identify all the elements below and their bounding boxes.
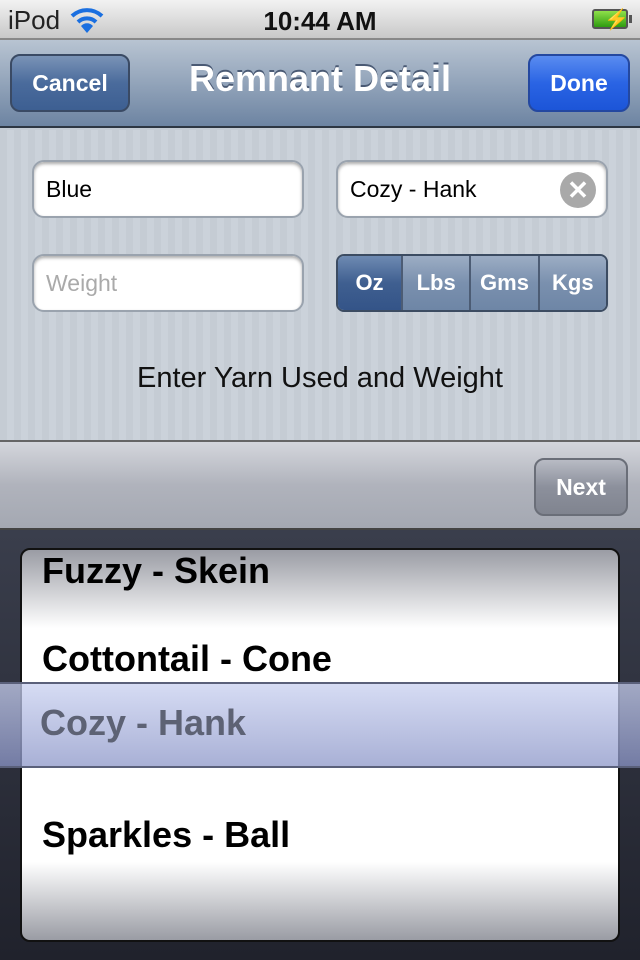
battery-charging-icon: ⚡ xyxy=(592,9,632,31)
remnant-form: Blue Cozy - Hank ✕ Weight Oz Lbs Gms Kgs … xyxy=(0,130,640,440)
yarn-value: Cozy - Hank xyxy=(350,175,477,202)
picker-item[interactable]: Sparkles - Ball xyxy=(42,814,290,856)
clock: 10:44 AM xyxy=(263,6,377,36)
done-button[interactable]: Done xyxy=(528,54,630,112)
next-button[interactable]: Next xyxy=(534,458,628,516)
segment-kgs[interactable]: Kgs xyxy=(537,256,606,310)
yarn-field[interactable]: Cozy - Hank ✕ xyxy=(336,160,608,218)
segment-oz[interactable]: Oz xyxy=(338,256,402,310)
weight-field[interactable]: Weight xyxy=(32,254,304,312)
segment-gms[interactable]: Gms xyxy=(469,256,538,310)
picker-item[interactable]: Cottontail - Cone xyxy=(42,638,332,680)
input-toolbar: Next xyxy=(0,440,640,530)
picker-selection-bar[interactable]: Cozy - Hank xyxy=(0,682,640,768)
picker-selected-item: Cozy - Hank xyxy=(40,702,247,743)
status-bar: iPod 10:44 AM ⚡ xyxy=(0,0,640,40)
clear-icon[interactable]: ✕ xyxy=(560,172,596,208)
hint-text: Enter Yarn Used and Weight xyxy=(137,362,503,394)
color-field[interactable]: Blue xyxy=(32,160,304,218)
yarn-picker[interactable]: Fuzzy - Skein Cottontail - Cone Sparkles… xyxy=(0,530,640,960)
color-value: Blue xyxy=(46,175,93,202)
navigation-bar: Cancel Remnant Detail Done xyxy=(0,40,640,128)
picker-item[interactable]: Fuzzy - Skein xyxy=(42,550,270,592)
unit-segmented-control: Oz Lbs Gms Kgs xyxy=(336,254,608,312)
weight-placeholder: Weight xyxy=(46,269,118,296)
segment-lbs[interactable]: Lbs xyxy=(401,256,470,310)
